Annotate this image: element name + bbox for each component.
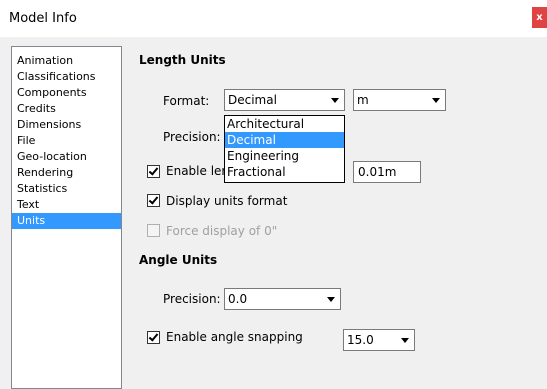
angle-precision-label: Precision: xyxy=(163,292,221,306)
format-dropdown-list[interactable]: Architectural Decimal Engineering Fractiona… xyxy=(224,115,345,183)
chevron-down-icon xyxy=(327,297,335,302)
chevron-down-icon xyxy=(401,338,409,343)
format-label: Format: xyxy=(163,94,210,108)
force-display-checkbox[interactable] xyxy=(147,224,160,237)
angle-snapping-dropdown[interactable]: 15.0 xyxy=(343,329,415,351)
chevron-down-icon xyxy=(331,98,339,103)
checkmark-icon xyxy=(148,194,159,205)
category-list[interactable]: Animation Classifications Components Credit… xyxy=(11,46,122,389)
unit-dropdown[interactable]: m xyxy=(353,89,446,111)
title-bar: Model Info x xyxy=(0,0,547,37)
format-value: Decimal xyxy=(228,93,277,107)
sidebar-item-dimensions[interactable]: Dimensions xyxy=(12,117,121,133)
checkmark-icon xyxy=(148,165,159,176)
sidebar-item-file[interactable]: File xyxy=(12,133,121,149)
close-icon: x xyxy=(536,12,543,23)
enable-angle-snapping-checkbox[interactable] xyxy=(147,331,160,344)
sidebar-item-rendering[interactable]: Rendering xyxy=(12,165,121,181)
enable-length-snapping-checkbox[interactable] xyxy=(147,165,160,178)
sidebar-item-credits[interactable]: Credits xyxy=(12,101,121,117)
sidebar-item-geo-location[interactable]: Geo-location xyxy=(12,149,121,165)
angle-units-heading: Angle Units xyxy=(139,253,218,267)
close-button[interactable]: x xyxy=(532,7,547,28)
force-display-label: Force display of 0" xyxy=(166,224,278,238)
display-units-format-label: Display units format xyxy=(166,194,288,208)
length-precision-label: Precision: xyxy=(163,130,221,144)
length-snapping-value: 0.01m xyxy=(358,165,397,179)
sidebar-item-statistics[interactable]: Statistics xyxy=(12,181,121,197)
enable-length-snapping-label: Enable len xyxy=(166,164,230,178)
checkmark-icon xyxy=(148,331,159,342)
format-dropdown[interactable]: Decimal xyxy=(224,89,345,111)
sidebar-item-units[interactable]: Units xyxy=(12,213,121,229)
enable-angle-snapping-label: Enable angle snapping xyxy=(166,330,303,344)
sidebar-item-classifications[interactable]: Classifications xyxy=(12,69,121,85)
length-snapping-input[interactable]: 0.01m xyxy=(353,161,421,183)
chevron-down-icon xyxy=(432,98,440,103)
sidebar-item-text[interactable]: Text xyxy=(12,197,121,213)
format-option-decimal[interactable]: Decimal xyxy=(225,132,344,148)
angle-snapping-value: 15.0 xyxy=(347,333,374,347)
format-option-architectural[interactable]: Architectural xyxy=(225,116,344,132)
sidebar-item-animation[interactable]: Animation xyxy=(12,53,121,69)
angle-precision-value: 0.0 xyxy=(228,292,248,306)
format-option-fractional[interactable]: Fractional xyxy=(225,164,344,180)
angle-precision-dropdown[interactable]: 0.0 xyxy=(224,288,341,310)
sidebar-item-components[interactable]: Components xyxy=(12,85,121,101)
length-units-heading: Length Units xyxy=(139,53,226,67)
unit-value: m xyxy=(357,93,369,107)
window-title: Model Info xyxy=(9,11,77,26)
display-units-format-checkbox[interactable] xyxy=(147,194,160,207)
format-option-engineering[interactable]: Engineering xyxy=(225,148,344,164)
